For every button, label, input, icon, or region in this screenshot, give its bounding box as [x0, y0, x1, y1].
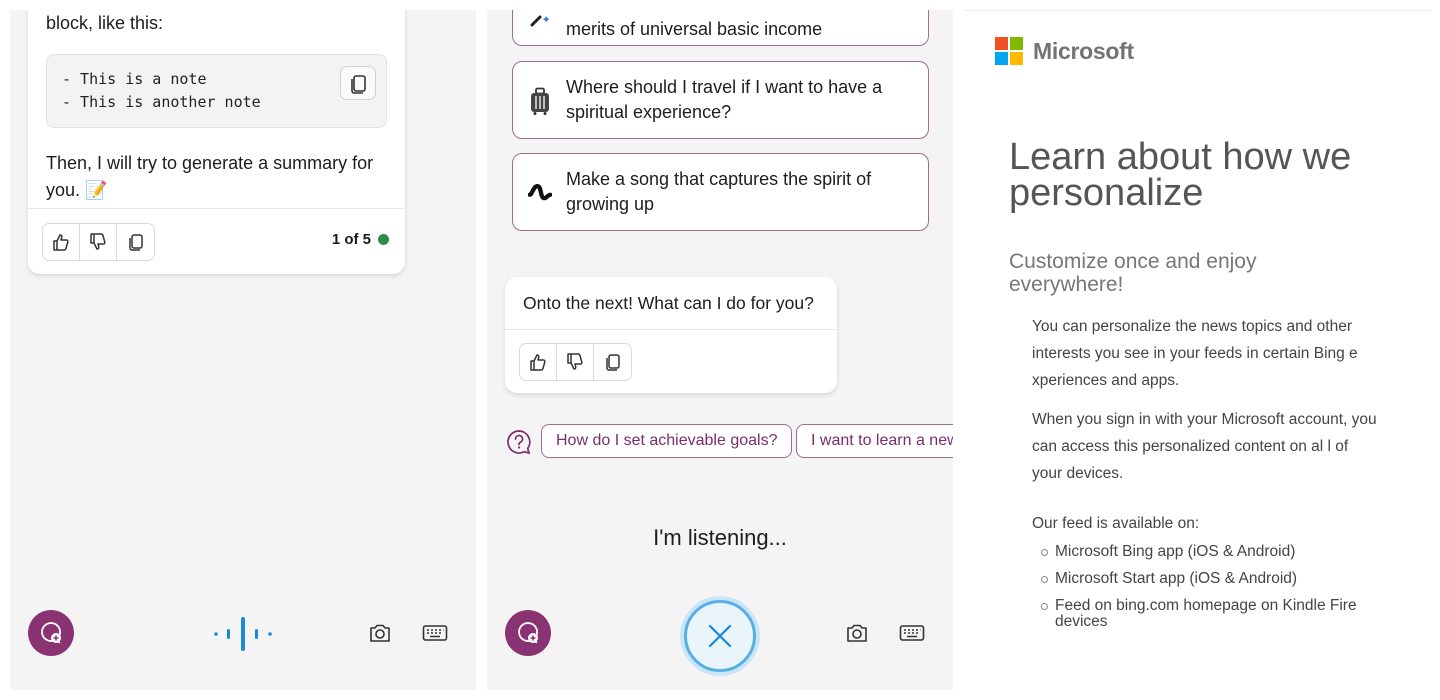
- copy-icon: [351, 75, 366, 94]
- copy-icon: [605, 354, 620, 371]
- voice-wave-icon: [214, 617, 272, 651]
- suggestion-chip[interactable]: I want to learn a new: [796, 424, 953, 458]
- input-bar: [487, 610, 953, 658]
- thumbs-up-icon: [530, 354, 546, 371]
- input-bar: [10, 610, 476, 658]
- luggage-icon: [531, 87, 549, 115]
- copy-icon: [128, 234, 143, 251]
- suggestion-chip[interactable]: How do I set achievable goals?: [541, 424, 793, 458]
- copy-code-button[interactable]: [340, 66, 376, 100]
- like-button[interactable]: [520, 344, 557, 380]
- message-outro: Then, I will try to generate a summary f…: [46, 153, 374, 173]
- page-subtitle: Customize once and enjoy everywhere!: [1009, 250, 1257, 296]
- code-line: - This is another note: [62, 93, 261, 111]
- response-pager: 1 of 5: [332, 231, 389, 248]
- pager-text: 1 of 5: [331, 231, 371, 248]
- assistant-message-card: block, like this: - This is a note - Thi…: [28, 10, 405, 274]
- magic-wand-icon: [530, 15, 550, 27]
- suggestion-card[interactable]: Make a song that captures the spirit of …: [512, 153, 929, 231]
- paragraph: You can personalize the news topics and …: [1032, 318, 1358, 389]
- message-intro: block, like this:: [46, 13, 164, 33]
- dislike-button[interactable]: [557, 344, 594, 380]
- list-item: Feed on bing.com homepage on Kindle Fire…: [1039, 598, 1379, 630]
- code-line: - This is a note: [62, 70, 207, 88]
- new-topic-icon: [518, 622, 538, 644]
- new-topic-button[interactable]: [28, 610, 74, 656]
- feedback-group: [42, 223, 155, 261]
- new-topic-button[interactable]: [505, 610, 551, 656]
- new-topic-icon: [41, 622, 61, 644]
- question-icon: [507, 430, 531, 455]
- microsoft-logo-icon: [995, 37, 1023, 65]
- assistant-message-card: Onto the next! What can I do for you?: [505, 277, 837, 393]
- message-outro-2: you. 📝: [46, 180, 108, 200]
- assistant-reply: Onto the next! What can I do for you?: [523, 293, 814, 313]
- camera-icon[interactable]: [845, 621, 869, 645]
- personalization-page: Microsoft Learn about how we personalize…: [964, 10, 1430, 690]
- page-title: Learn about how we personalize: [1009, 136, 1352, 214]
- brand-name: Microsoft: [1033, 37, 1134, 64]
- microsoft-logo: Microsoft: [995, 37, 1134, 65]
- suggestion-text: Make a song that captures the spirit of …: [566, 169, 872, 214]
- message-footer: 1 of 5: [28, 208, 405, 274]
- platform-list: Microsoft Bing app (iOS & Android) Micro…: [1039, 544, 1379, 641]
- status-dot: [378, 234, 389, 245]
- keyboard-icon[interactable]: [422, 621, 448, 645]
- copy-message-button[interactable]: [117, 224, 154, 260]
- listening-status: I'm listening...: [653, 525, 787, 550]
- dislike-button[interactable]: [80, 224, 117, 260]
- suggestion-card[interactable]: merits of universal basic income: [512, 10, 929, 46]
- list-item: Microsoft Bing app (iOS & Android): [1039, 544, 1379, 560]
- keyboard-icon[interactable]: [899, 621, 925, 645]
- music-wave-icon: [528, 183, 552, 201]
- feedback-group: [519, 343, 632, 381]
- thumbs-up-icon: [53, 234, 69, 251]
- message-footer: [505, 329, 837, 393]
- chat-panel-voice: block, like this: - This is a note - Thi…: [10, 10, 476, 690]
- like-button[interactable]: [43, 224, 80, 260]
- camera-icon[interactable]: [368, 621, 392, 645]
- suggestion-card[interactable]: Where should I travel if I want to have …: [512, 61, 929, 139]
- code-block: - This is a note - This is another note: [46, 54, 387, 128]
- thumbs-down-icon: [90, 233, 106, 250]
- list-item: Microsoft Start app (iOS & Android): [1039, 571, 1379, 587]
- copy-message-button[interactable]: [594, 344, 631, 380]
- availability-label: Our feed is available on:: [1032, 515, 1200, 532]
- suggestion-text: merits of universal basic income: [566, 19, 823, 39]
- suggestion-text: Where should I travel if I want to have …: [566, 77, 883, 122]
- chat-panel-listening: merits of universal basic income Where s…: [487, 10, 953, 690]
- paragraph: When you sign in with your Microsoft acc…: [1032, 411, 1377, 482]
- thumbs-down-icon: [567, 353, 583, 370]
